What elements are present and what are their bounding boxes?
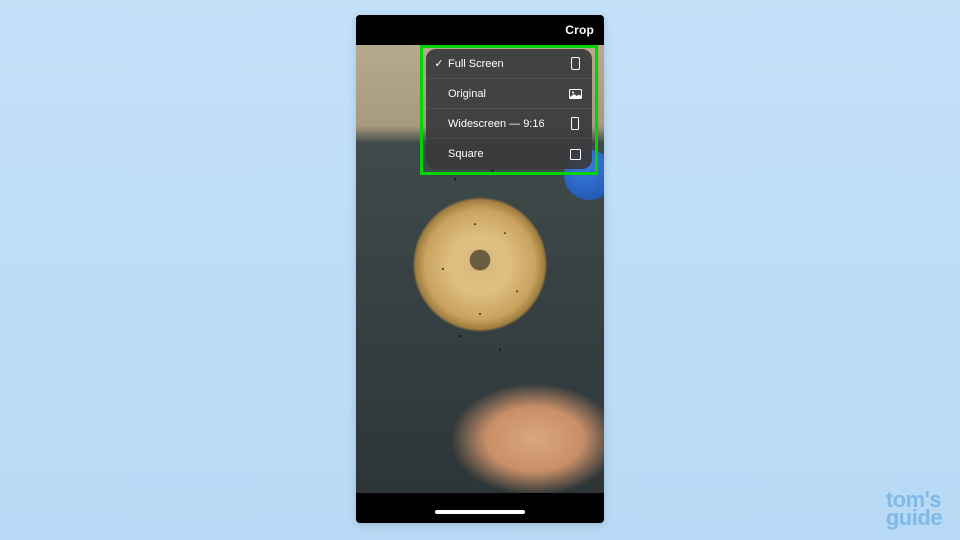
image-icon	[568, 89, 582, 99]
watermark-logo: tom's guide	[886, 491, 942, 528]
menu-item-label: Square	[446, 148, 568, 160]
menu-item-label: Widescreen — 9:16	[446, 118, 568, 130]
menu-item-original[interactable]: Original	[426, 79, 592, 109]
top-bar: Crop	[356, 15, 604, 45]
square-icon	[568, 149, 582, 160]
menu-item-label: Full Screen	[446, 58, 568, 70]
watermark-line2: guide	[886, 509, 942, 528]
menu-item-square[interactable]: Square	[426, 139, 592, 169]
menu-item-label: Original	[446, 88, 568, 100]
phone-frame: Crop ✓ Full Screen Original Widescreen —…	[356, 15, 604, 523]
phone-portrait-icon	[568, 57, 582, 70]
crop-aspect-menu: ✓ Full Screen Original Widescreen — 9:16…	[426, 49, 592, 169]
home-indicator[interactable]	[435, 510, 525, 514]
crop-button[interactable]: Crop	[565, 23, 594, 37]
phone-tall-icon	[568, 117, 582, 130]
menu-item-full-screen[interactable]: ✓ Full Screen	[426, 49, 592, 79]
menu-item-widescreen[interactable]: Widescreen — 9:16	[426, 109, 592, 139]
check-icon: ✓	[432, 57, 446, 70]
